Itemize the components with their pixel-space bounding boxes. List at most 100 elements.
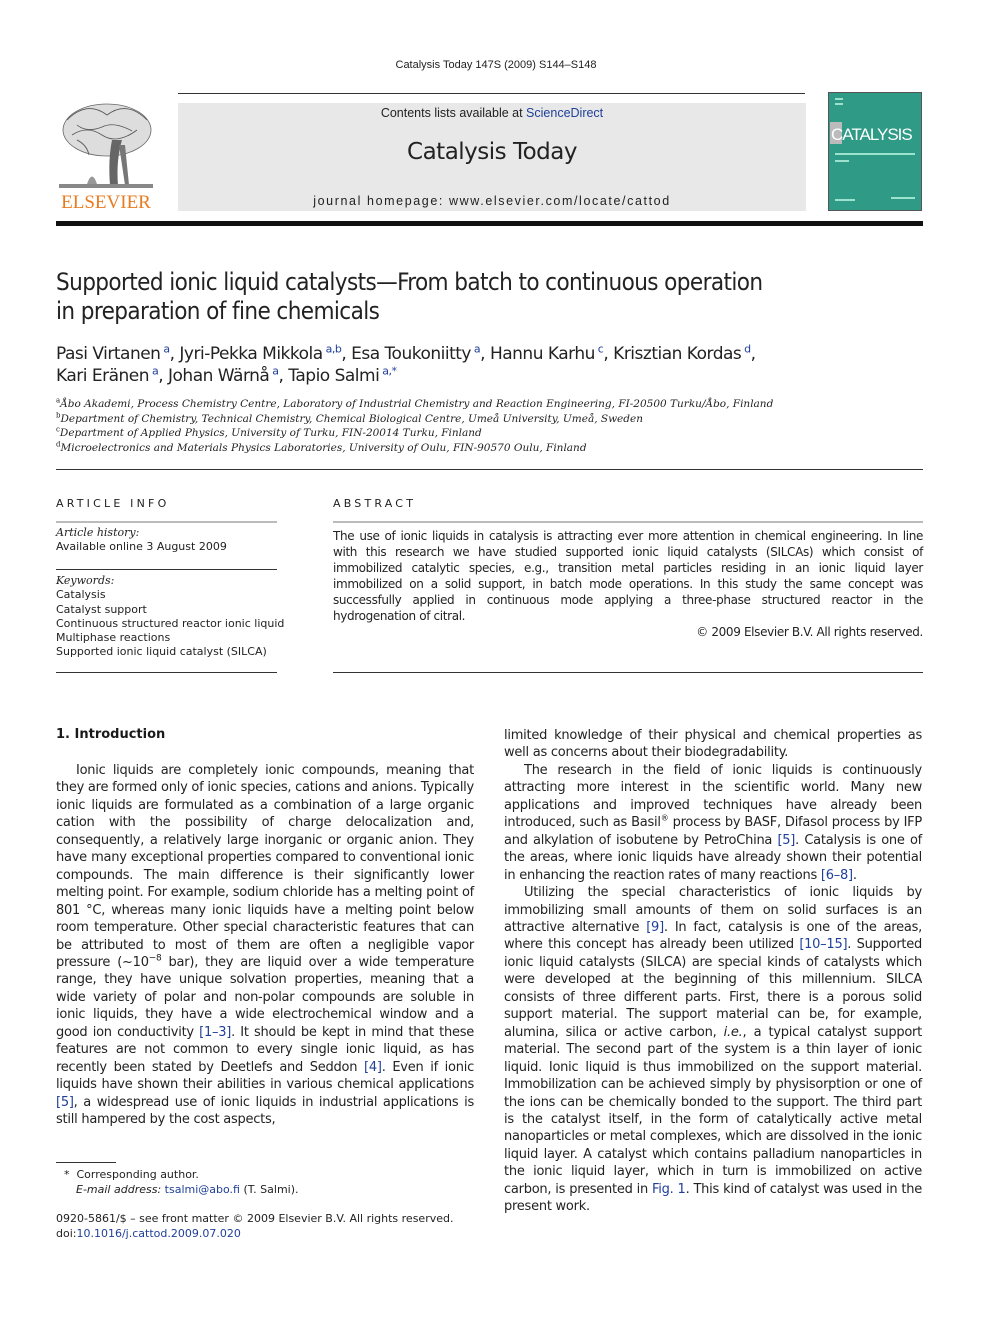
keywords-end-rule xyxy=(56,672,277,673)
article-title-line: Supported ionic liquid catalysts—From ba… xyxy=(56,268,763,296)
registered-mark: ® xyxy=(660,813,669,823)
email-note: E-mail address: tsalmi@abo.fi (T. Salmi)… xyxy=(56,1182,476,1197)
affiliation-item: bDepartment of Chemistry, Technical Chem… xyxy=(56,412,936,427)
author-name: Kari Eränen xyxy=(56,366,150,386)
body-text: Ionic liquids are completely ionic compo… xyxy=(56,763,474,970)
reference-link[interactable]: [5] xyxy=(777,833,795,848)
affiliation-item: cDepartment of Applied Physics, Universi… xyxy=(56,426,936,441)
journal-homepage-link[interactable]: journal homepage: www.elsevier.com/locat… xyxy=(178,194,806,208)
body-text-italic: i.e. xyxy=(723,1024,743,1040)
doi-prefix: doi: xyxy=(56,1227,77,1240)
front-matter: 0920-5861/$ – see front matter © 2009 El… xyxy=(56,1211,556,1241)
abstract-end-rule xyxy=(333,672,923,673)
elsevier-tree-icon xyxy=(59,103,153,188)
affiliation-marker[interactable]: a,b xyxy=(326,342,342,355)
affiliation-text: Åbo Akademi, Process Chemistry Centre, L… xyxy=(60,398,774,410)
affiliation-marker[interactable]: c xyxy=(598,342,604,355)
author-name: Jyri-Pekka Mikkola xyxy=(179,344,323,364)
journal-cover-thumbnail[interactable]: CATALYSIS xyxy=(828,92,922,211)
author-name: Pasi Virtanen xyxy=(56,344,161,364)
cover-decoration xyxy=(835,98,843,100)
affiliation-marker[interactable]: a,* xyxy=(382,364,397,377)
author-name: Esa Toukoniitty xyxy=(351,344,471,364)
body-paragraph: Ionic liquids are completely ionic compo… xyxy=(56,762,474,1129)
exponent: −8 xyxy=(148,953,162,964)
journal-masthead: Contents lists available at ScienceDirec… xyxy=(178,103,806,211)
affiliation-marker[interactable]: a xyxy=(474,342,481,355)
article-info-heading: ARTICLE INFO xyxy=(56,497,170,510)
affiliation-text: Department of Applied Physics, Universit… xyxy=(59,427,482,439)
article-history: Article history: Available online 3 Augu… xyxy=(56,526,286,555)
article-title: Supported ionic liquid catalysts—From ba… xyxy=(56,268,856,326)
header-rule xyxy=(178,93,805,94)
cover-decoration xyxy=(891,197,915,199)
reference-link[interactable]: [4] xyxy=(364,1060,382,1075)
keywords-block: Keywords: Catalysis Catalyst support Con… xyxy=(56,574,286,660)
keyword-item: Supported ionic liquid catalyst (SILCA) xyxy=(56,645,267,659)
body-column-right: limited knowledge of their physical and … xyxy=(504,727,922,1216)
body-text: , a typical catalyst support material. T… xyxy=(504,1024,922,1197)
keywords-label: Keywords: xyxy=(56,574,115,587)
reference-link[interactable]: [9] xyxy=(646,920,664,935)
contents-line: Contents lists available at ScienceDirec… xyxy=(178,106,806,120)
section-heading-introduction: 1. Introduction xyxy=(56,727,166,742)
author-list: Pasi Virtanen a, Jyri-Pekka Mikkola a,b,… xyxy=(56,342,756,386)
body-text: , a widespread use of ionic liquids in i… xyxy=(56,1094,474,1128)
footnote-rule xyxy=(56,1162,116,1163)
body-text: . xyxy=(852,867,857,883)
masthead-thick-rule xyxy=(56,221,923,226)
cover-title: CATALYSIS xyxy=(831,125,913,144)
affiliation-marker[interactable]: a xyxy=(163,342,170,355)
sciencedirect-link[interactable]: ScienceDirect xyxy=(526,106,603,120)
affiliation-text: Microelectronics and Materials Physics L… xyxy=(60,441,587,454)
footnote-star: * xyxy=(64,1168,70,1181)
body-paragraph: Utilizing the special characteristics of… xyxy=(504,884,922,1216)
cover-decoration xyxy=(835,199,855,201)
keywords-rule xyxy=(56,569,277,570)
elsevier-logo[interactable]: ELSEVIER xyxy=(55,100,157,213)
email-suffix: (T. Salmi). xyxy=(239,1183,299,1196)
keyword-item: Continuous structured reactor ionic liqu… xyxy=(56,616,285,630)
affiliation-marker[interactable]: a xyxy=(152,364,159,377)
affiliation-marker[interactable]: a xyxy=(272,364,279,377)
abstract-body: The use of ionic liquids in catalysis is… xyxy=(333,528,923,640)
email-label: E-mail address: xyxy=(76,1183,162,1196)
journal-title: Catalysis Today xyxy=(407,139,577,165)
issn-line: 0920-5861/$ – see front matter © 2009 El… xyxy=(56,1212,454,1225)
running-head: Catalysis Today 147S (2009) S144–S148 xyxy=(395,59,597,71)
elsevier-wordmark: ELSEVIER xyxy=(61,192,151,213)
footnotes: * Corresponding author. E-mail address: … xyxy=(56,1167,476,1197)
email-link[interactable]: tsalmi@abo.fi xyxy=(165,1183,240,1196)
article-info-rule xyxy=(56,521,277,523)
doi-line: doi:10.1016/j.cattod.2009.07.020 xyxy=(56,1226,556,1241)
reference-link[interactable]: [6–8] xyxy=(821,868,853,883)
body-column-left: Ionic liquids are completely ionic compo… xyxy=(56,762,474,1129)
keyword-item: Catalysis xyxy=(56,588,106,602)
body-paragraph-continued: limited knowledge of their physical and … xyxy=(504,727,922,762)
body-paragraph: The research in the field of ionic liqui… xyxy=(504,762,922,884)
abstract-text: The use of ionic liquids in catalysis is… xyxy=(333,529,923,623)
contents-prefix: Contents lists available at xyxy=(380,106,527,120)
keyword-item: Multiphase reactions xyxy=(56,631,171,645)
cover-decoration xyxy=(835,160,849,162)
affiliation-marker[interactable]: d xyxy=(744,342,751,355)
affiliation-list: aÅbo Akademi, Process Chemistry Centre, … xyxy=(56,397,936,455)
author-name: Krisztian Kordas xyxy=(613,344,742,364)
affiliation-item: aÅbo Akademi, Process Chemistry Centre, … xyxy=(56,397,936,412)
reference-link[interactable]: [1–3] xyxy=(199,1025,231,1040)
article-title-line: in preparation of fine chemicals xyxy=(56,297,380,325)
affiliation-item: dMicroelectronics and Materials Physics … xyxy=(56,441,936,456)
doi-link[interactable]: 10.1016/j.cattod.2009.07.020 xyxy=(76,1227,240,1240)
reference-link[interactable]: [10–15] xyxy=(799,937,847,952)
reference-link[interactable]: [5] xyxy=(56,1095,74,1110)
figure-link[interactable]: Fig. 1 xyxy=(652,1182,686,1197)
keyword-item: Catalyst support xyxy=(56,602,147,616)
body-text: limited knowledge of their physical and … xyxy=(504,728,922,761)
cover-decoration xyxy=(835,153,915,155)
abstract-rule xyxy=(333,521,923,523)
abstract-copyright: © 2009 Elsevier B.V. All rights reserved… xyxy=(696,625,923,639)
abstract-heading: ABSTRACT xyxy=(333,497,417,510)
author-name: Tapio Salmi xyxy=(288,366,380,386)
cover-decoration xyxy=(835,103,843,105)
article-history-value: Available online 3 August 2009 xyxy=(56,540,227,554)
